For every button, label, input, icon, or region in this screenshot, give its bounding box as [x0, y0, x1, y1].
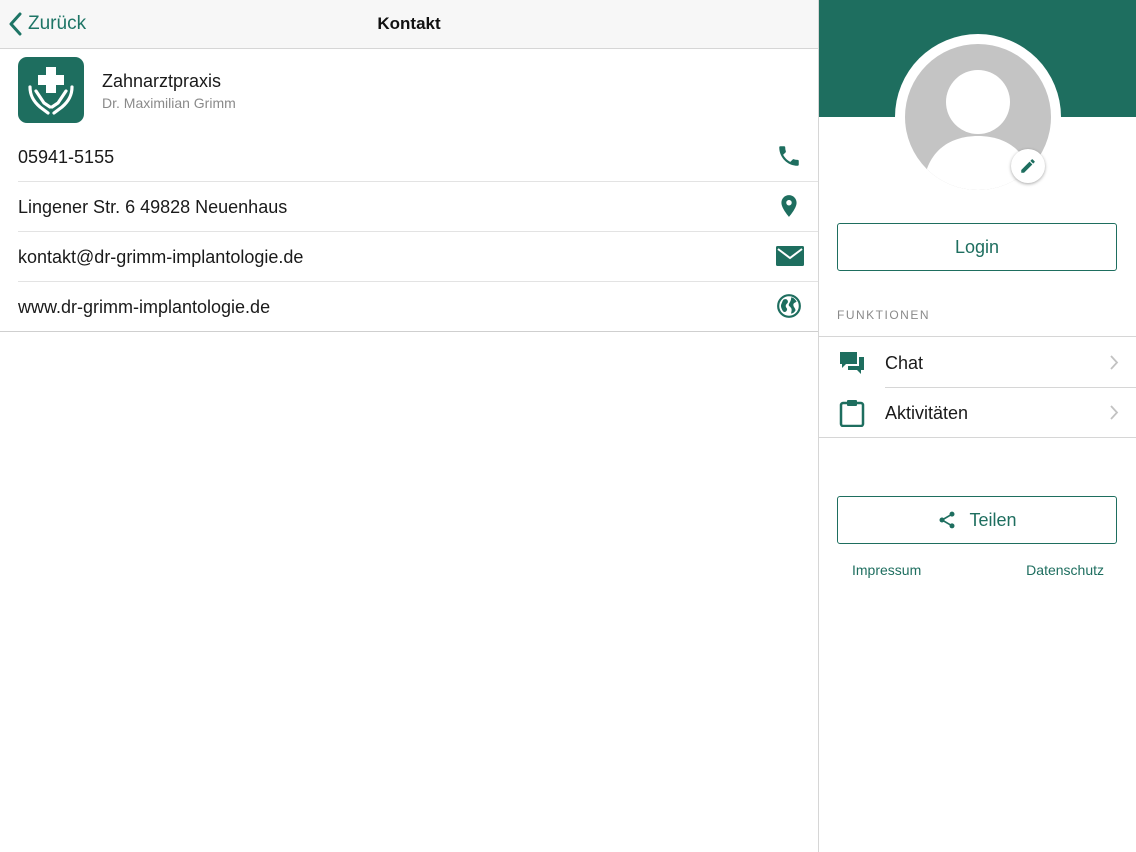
share-icon: [939, 511, 955, 529]
contact-row-website[interactable]: www.dr-grimm-implantologie.de: [0, 281, 818, 331]
impressum-link[interactable]: Impressum: [852, 562, 921, 578]
profile-sidebar: Login FUNKTIONEN Chat Aktivitäten Teilen…: [818, 0, 1136, 852]
datenschutz-link[interactable]: Datenschutz: [1026, 562, 1104, 578]
edit-avatar-button[interactable]: [1011, 149, 1045, 183]
location-pin-icon[interactable]: [776, 193, 802, 219]
email-text: kontakt@dr-grimm-implantologie.de: [18, 247, 304, 267]
function-item-chat[interactable]: Chat: [819, 337, 1136, 387]
login-label: Login: [954, 236, 1000, 257]
contact-row-address[interactable]: Lingener Str. 6 49828 Neuenhaus: [0, 181, 818, 231]
chat-icon: [838, 349, 866, 377]
chevron-right-icon: [1110, 405, 1119, 420]
mail-icon[interactable]: [776, 243, 804, 269]
contact-row-email[interactable]: kontakt@dr-grimm-implantologie.de: [0, 231, 818, 281]
functions-section-label: FUNKTIONEN: [837, 308, 930, 322]
functions-list: Chat Aktivitäten: [819, 336, 1136, 438]
globe-icon[interactable]: [776, 293, 802, 319]
chat-label: Chat: [885, 353, 924, 373]
function-item-activities[interactable]: Aktivitäten: [819, 387, 1136, 437]
address-text: Lingener Str. 6 49828 Neuenhaus: [18, 197, 288, 217]
doctor-name: Dr. Maximilian Grimm: [102, 95, 236, 111]
login-button[interactable]: Login: [837, 223, 1117, 271]
website-text: www.dr-grimm-implantologie.de: [18, 297, 271, 317]
contact-panel: Zurück Kontakt Zahnarztpraxis Dr. Maximi…: [0, 0, 818, 852]
clipboard-icon: [838, 399, 866, 428]
page-title: Kontakt: [377, 14, 441, 33]
activities-label: Aktivitäten: [885, 403, 969, 423]
chevron-right-icon: [1110, 355, 1119, 370]
practice-name: Zahnarztpraxis: [102, 71, 222, 91]
share-label: Teilen: [969, 509, 1017, 530]
medical-hands-icon: [18, 57, 84, 123]
navigation-bar: Zurück Kontakt: [0, 0, 818, 49]
pencil-icon: [1021, 159, 1035, 173]
phone-icon[interactable]: [776, 143, 802, 169]
practice-header: Zahnarztpraxis Dr. Maximilian Grimm: [0, 49, 818, 131]
share-button[interactable]: Teilen: [837, 496, 1117, 544]
contact-list: 05941-5155 Lingener Str. 6 49828 Neuenha…: [0, 131, 818, 332]
contact-row-phone[interactable]: 05941-5155: [0, 131, 818, 181]
phone-number: 05941-5155: [18, 147, 115, 167]
